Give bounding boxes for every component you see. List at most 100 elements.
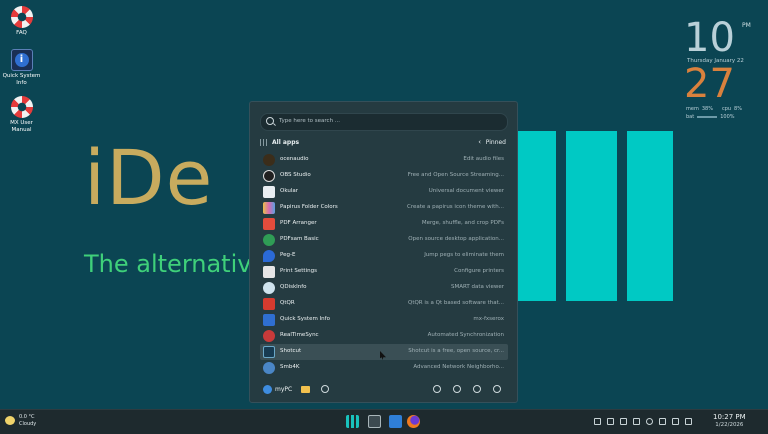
app-name: OBS Studio: [280, 172, 311, 178]
okular-icon: [263, 186, 275, 198]
desktop-icon-quick-system-info[interactable]: Quick System Info: [0, 49, 43, 87]
app-description: Jump pegs to eliminate them: [424, 252, 504, 258]
app-item-smb4k[interactable]: Smb4K Advanced Network Neighborho...: [260, 360, 508, 376]
app-item-ocenaudio[interactable]: ocenaudio Edit audio files: [260, 152, 508, 168]
shotcut-icon: [263, 346, 275, 358]
volume-tray-icon[interactable]: [646, 418, 653, 425]
app-description: Automated Synchronization: [427, 332, 504, 338]
folder-icon[interactable]: [301, 386, 310, 393]
weather-widget[interactable]: 0.0 °C Cloudy: [5, 414, 36, 428]
app-name: RealTimeSync: [280, 332, 319, 338]
network-globe-icon: [263, 362, 275, 374]
power-icon[interactable]: [493, 385, 501, 393]
app-item-print-settings[interactable]: Print Settings Configure printers: [260, 264, 508, 280]
app-item-quick-system-info[interactable]: Quick System Info mx-fxserox: [260, 312, 508, 328]
ocenaudio-icon: [263, 154, 275, 166]
avatar[interactable]: [263, 385, 272, 394]
wifi-tray-icon[interactable]: [685, 418, 692, 425]
app-description: Universal document viewer: [428, 188, 504, 194]
battery-tray-icon[interactable]: [672, 418, 679, 425]
app-launcher-button[interactable]: [346, 415, 359, 428]
sync-icon: [263, 330, 275, 342]
mem-value: 38%: [701, 106, 713, 112]
search-box[interactable]: [260, 113, 508, 131]
app-name: Quick System Info: [280, 316, 330, 322]
app-name: Papirus Folder Colors: [280, 204, 338, 210]
file-manager-icon[interactable]: [389, 415, 402, 428]
app-item-papirus-folder-colors[interactable]: Papirus Folder Colors Create a papirus i…: [260, 200, 508, 216]
settings-icon[interactable]: [321, 385, 329, 393]
cpu-label: cpu: [721, 106, 732, 112]
cpu-value: 8%: [734, 106, 742, 112]
cloudy-weather-icon: [5, 416, 15, 425]
app-item-realtimesync[interactable]: RealTimeSync Automated Synchronization: [260, 328, 508, 344]
qr-icon: [263, 298, 275, 310]
wallpaper-title: iDe: [84, 133, 214, 222]
menu-header: All apps ‹ Pinned: [260, 137, 508, 149]
app-name: ocenaudio: [280, 156, 309, 162]
app-item-qdiskinfo[interactable]: QDiskInfo SMART data viewer: [260, 280, 508, 296]
desktop-icon-faq[interactable]: FAQ: [0, 6, 43, 37]
lifebuoy-icon: [10, 6, 33, 28]
taskbar-date: 1/22/2026: [715, 422, 744, 428]
printer-icon: [263, 266, 275, 278]
papirus-folder-icon: [263, 202, 275, 214]
network-tray-icon[interactable]: [607, 418, 614, 425]
app-name: Smb4K: [280, 364, 300, 370]
app-description: Free and Open Source Streaming...: [407, 172, 504, 178]
app-item-shotcut[interactable]: Shotcut Shotcut is a free, open source, …: [260, 344, 508, 360]
mem-label: mem: [686, 106, 699, 112]
app-name: PDF Arranger: [280, 220, 317, 226]
info-icon: [263, 314, 275, 326]
info-icon: [10, 49, 33, 71]
application-menu: All apps ‹ Pinned ocenaudio Edit audio f…: [249, 101, 518, 403]
app-item-qtqr[interactable]: QtQR QtQR is a Qt based software that...: [260, 296, 508, 312]
battery-stats: bat 100%: [686, 114, 754, 120]
app-item-peg-e[interactable]: Peg-E Jump pegs to eliminate them: [260, 248, 508, 264]
logout-icon[interactable]: [453, 385, 461, 393]
wallpaper-bar: [566, 131, 617, 301]
desktop-icon-mx-user-manual[interactable]: MX User Manual: [0, 96, 43, 134]
battery-meter: [697, 116, 718, 118]
app-description: SMART data viewer: [451, 284, 504, 290]
app-item-okular[interactable]: Okular Universal document viewer: [260, 184, 508, 200]
app-description: Edit audio files: [463, 156, 504, 162]
restart-icon[interactable]: [473, 385, 481, 393]
app-description: mx-fxserox: [473, 316, 504, 322]
taskbar-clock[interactable]: 10:27 PM 1/22/2026: [713, 413, 746, 429]
bluetooth-tray-icon[interactable]: [659, 418, 666, 425]
clipboard-tray-icon[interactable]: [633, 418, 640, 425]
app-name: QtQR: [280, 300, 295, 306]
terminal-icon[interactable]: [368, 415, 381, 428]
pdf-arranger-icon: [263, 218, 275, 230]
menu-footer: myPC: [260, 382, 508, 398]
clock-widget: 10 PM Thursday January 22 27 mem 38% cpu…: [684, 18, 754, 120]
app-item-pdfsam-basic[interactable]: PDFsam Basic Open source desktop applica…: [260, 232, 508, 248]
app-description: Merge, shuffle, and crop PDFs: [421, 220, 504, 226]
bat-value: 100%: [720, 114, 735, 120]
app-item-obs-studio[interactable]: OBS Studio Free and Open Source Streamin…: [260, 168, 508, 184]
lock-icon[interactable]: [433, 385, 441, 393]
clock-ampm: PM: [742, 22, 751, 29]
app-description: QtQR is a Qt based software that...: [407, 300, 504, 306]
clock-minute: 27: [684, 61, 735, 107]
firefox-icon[interactable]: [407, 415, 420, 428]
search-input[interactable]: [279, 115, 499, 127]
obs-icon: [263, 170, 275, 182]
app-description: Configure printers: [454, 268, 504, 274]
user-name[interactable]: myPC: [275, 386, 292, 393]
desktop-icon-label: FAQ: [16, 30, 27, 36]
app-name: QDiskInfo: [280, 284, 307, 290]
chevron-up-icon[interactable]: [698, 418, 705, 425]
all-apps-label: All apps: [272, 139, 300, 146]
system-tray-icon[interactable]: [594, 418, 601, 425]
storage-tray-icon[interactable]: [620, 418, 627, 425]
chevron-left-icon[interactable]: ‹: [478, 139, 481, 146]
pinned-button[interactable]: Pinned: [486, 139, 506, 146]
app-name: Okular: [280, 188, 298, 194]
app-item-pdf-arranger[interactable]: PDF Arranger Merge, shuffle, and crop PD…: [260, 216, 508, 232]
wallpaper-subtitle: The alternative: [84, 250, 267, 278]
pdfsam-icon: [263, 234, 275, 246]
weather-temp: 0.0 °C: [19, 414, 35, 420]
grid-icon: [260, 139, 267, 146]
